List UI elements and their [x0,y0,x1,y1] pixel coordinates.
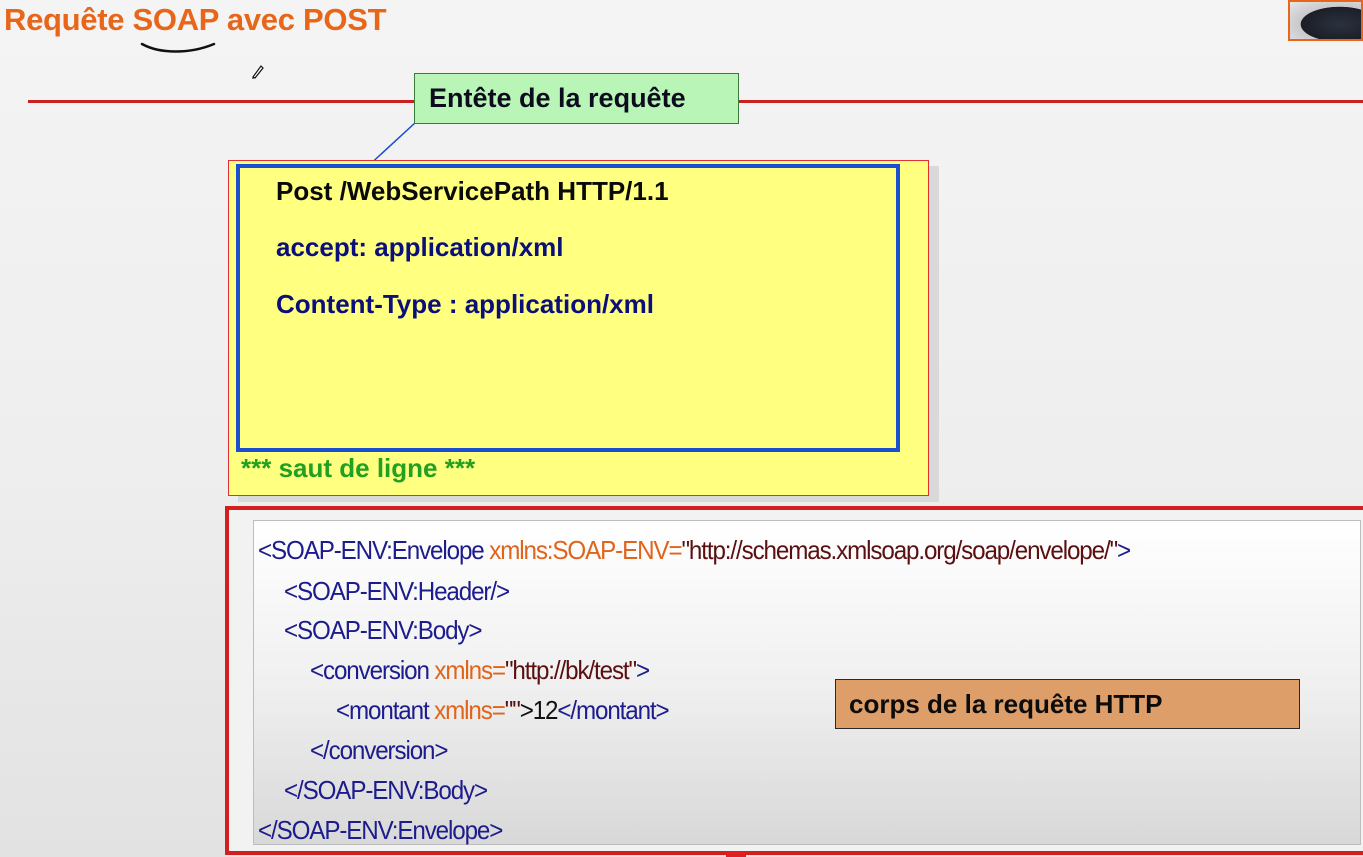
xml-tag: > [635,655,650,685]
recording-indicator [726,851,746,857]
http-body-label: corps de la requête HTTP [835,679,1300,729]
xml-attr-value: "" [504,695,521,725]
xml-envelope-close: </SOAP-ENV:Envelope> [258,815,503,845]
xml-montant-element: <montant xmlns="">12</montant> [336,695,670,726]
header-callout-label: Entête de la requête [414,73,739,124]
pen-underline-annotation [140,42,216,53]
http-header-panel: Post /WebServicePath HTTP/1.1 accept: ap… [228,160,929,496]
xml-envelope-open: <SOAP-ENV:Envelope xmlns:SOAP-ENV="http:… [258,535,1131,566]
xml-tag: <montant [336,695,435,725]
xml-attr: xmlns= [434,655,506,685]
xml-conversion-open: <conversion xmlns="http://bk/test"> [310,655,650,686]
xml-tag: > [1117,535,1131,565]
xml-tag: </montant> [557,695,669,725]
xml-attr-value: "http://schemas.xmlsoap.org/soap/envelop… [681,535,1118,565]
blank-line-label: *** saut de ligne *** [241,453,476,483]
xml-body-open: <SOAP-ENV:Body> [284,615,483,645]
xml-tag: <SOAP-ENV:Envelope [258,535,490,565]
slide-title: Requête SOAP avec POST [4,2,387,37]
xml-attr: xmlns= [434,695,506,725]
request-line: Post /WebServicePath HTTP/1.1 [276,176,669,206]
xml-tag: <conversion [310,655,435,685]
xml-header-tag: <SOAP-ENV:Header/> [284,576,510,606]
pen-cursor-icon [252,65,264,79]
xml-conversion-close: </conversion> [310,735,449,765]
xml-attr-value: "http://bk/test" [504,655,637,685]
http-header-box: Post /WebServicePath HTTP/1.1 accept: ap… [236,164,900,452]
content-type-header: Content-Type : application/xml [276,289,654,319]
xml-text-value: >12 [519,695,559,725]
xml-body-close: </SOAP-ENV:Body> [284,775,488,805]
accept-header: accept: application/xml [276,232,564,262]
webcam-thumbnail [1288,0,1363,41]
xml-attr: xmlns:SOAP-ENV= [489,535,682,565]
